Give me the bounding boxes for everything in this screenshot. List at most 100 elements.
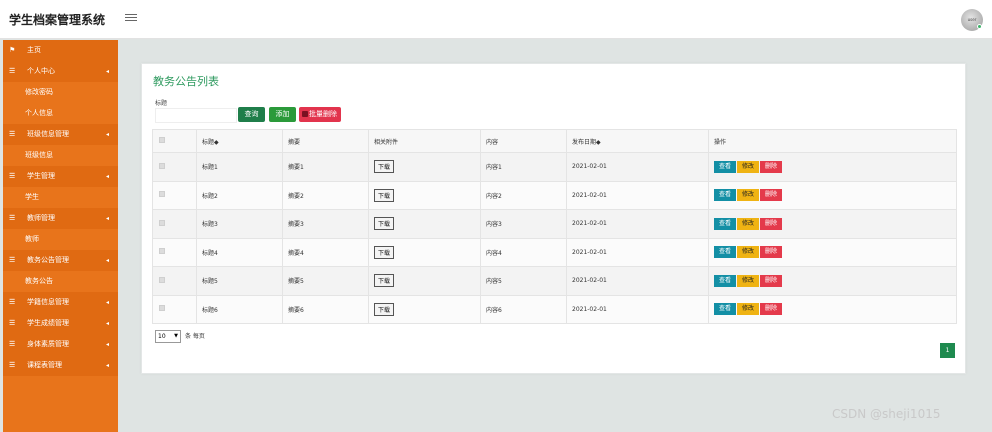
download-button[interactable]: 下载 bbox=[374, 160, 395, 174]
download-button[interactable]: 下载 bbox=[374, 302, 395, 316]
edit-button[interactable]: 修改 bbox=[737, 246, 759, 259]
cell-date: 2021-02-01 bbox=[566, 209, 709, 239]
view-button[interactable]: 查看 bbox=[714, 246, 736, 259]
cell-actions: 查看 修改 删除 bbox=[708, 209, 957, 239]
flag-icon: ⚑ bbox=[9, 46, 16, 54]
edit-button[interactable]: 修改 bbox=[737, 274, 759, 287]
table-row: 标题1 摘要1 下载 内容1 2021-02-01 查看 修改 删除 bbox=[152, 152, 957, 182]
sidebar-item-teacher[interactable]: 教师 bbox=[3, 229, 118, 250]
sidebar-group-enrollment[interactable]: ☰ 学籍信息管理 ◂ bbox=[3, 292, 118, 313]
download-button[interactable]: 下载 bbox=[374, 188, 395, 202]
download-button[interactable]: 下载 bbox=[374, 274, 395, 288]
list-icon: ☰ bbox=[9, 340, 16, 348]
list-icon: ☰ bbox=[9, 256, 16, 264]
watermark: CSDN @sheji1015 bbox=[832, 407, 941, 421]
cell-actions: 查看 修改 删除 bbox=[708, 294, 957, 324]
title-filter-input[interactable] bbox=[155, 108, 237, 123]
sidebar-group-student[interactable]: ☰ 学生管理 ◂ bbox=[3, 166, 118, 187]
sidebar-item-profile[interactable]: 个人信息 bbox=[3, 103, 118, 124]
download-button[interactable]: 下载 bbox=[374, 217, 395, 231]
select-all-checkbox[interactable] bbox=[159, 137, 165, 143]
column-header-date[interactable]: 发布日期◆ bbox=[566, 129, 709, 153]
sidebar-group-teacher[interactable]: ☰ 教师管理 ◂ bbox=[3, 208, 118, 229]
delete-button[interactable]: 删除 bbox=[760, 246, 782, 259]
cell-content: 内容6 bbox=[480, 294, 567, 324]
table-row: 标题2 摘要2 下载 内容2 2021-02-01 查看 修改 删除 bbox=[152, 180, 957, 210]
row-select-cell[interactable] bbox=[152, 266, 197, 296]
row-select-cell[interactable] bbox=[152, 209, 197, 239]
main-content: 教务公告列表 标题 查询 添加 批量删除 标题◆ 摘要 相关附件 内容 发布日期… bbox=[118, 40, 992, 432]
column-header-summary: 摘要 bbox=[282, 129, 369, 153]
cell-title: 标题6 bbox=[196, 294, 283, 324]
cell-title: 标题1 bbox=[196, 152, 283, 182]
add-button[interactable]: 添加 bbox=[269, 107, 296, 122]
sidebar-group-schedule[interactable]: ☰ 课程表管理 ◂ bbox=[3, 355, 118, 376]
delete-button[interactable]: 删除 bbox=[760, 303, 782, 316]
edit-button[interactable]: 修改 bbox=[737, 160, 759, 173]
cell-actions: 查看 修改 删除 bbox=[708, 237, 957, 267]
sidebar: ⚑ 主页 ☰ 个人中心 ◂ 修改密码 个人信息 ☰ 班级信息管理 ◂ 班级信息 ☰ 学生管理… bbox=[3, 40, 118, 432]
app-title: 学生档案管理系统 bbox=[9, 13, 106, 27]
cell-title: 标题4 bbox=[196, 237, 283, 267]
sidebar-item-home[interactable]: ⚑ 主页 bbox=[3, 40, 118, 61]
chevron-icon: ◂ bbox=[105, 173, 109, 180]
sidebar-item-notice[interactable]: 教务公告 bbox=[3, 271, 118, 292]
menu-toggle-icon[interactable] bbox=[125, 12, 137, 24]
cell-summary: 摘要5 bbox=[282, 266, 369, 296]
sidebar-group-fitness[interactable]: ☰ 身体素质管理 ◂ bbox=[3, 334, 118, 355]
sidebar-item-student[interactable]: 学生 bbox=[3, 187, 118, 208]
row-checkbox[interactable] bbox=[159, 219, 165, 226]
sidebar-item-change-password[interactable]: 修改密码 bbox=[3, 82, 118, 103]
search-button[interactable]: 查询 bbox=[238, 107, 265, 122]
delete-button[interactable]: 删除 bbox=[760, 160, 782, 173]
view-button[interactable]: 查看 bbox=[714, 189, 736, 202]
page-size-select[interactable]: 10 ▼ bbox=[155, 330, 181, 343]
row-checkbox[interactable] bbox=[159, 276, 165, 283]
cell-attachment: 下载 bbox=[368, 266, 481, 296]
row-select-cell[interactable] bbox=[152, 237, 197, 267]
online-status-icon bbox=[977, 24, 982, 29]
row-select-cell[interactable] bbox=[152, 294, 197, 324]
row-checkbox[interactable] bbox=[159, 162, 165, 169]
title-filter-label: 标题 bbox=[155, 100, 168, 107]
delete-button[interactable]: 删除 bbox=[760, 189, 782, 202]
edit-button[interactable]: 修改 bbox=[737, 303, 759, 316]
sidebar-group-notice[interactable]: ☰ 教务公告管理 ◂ bbox=[3, 250, 118, 271]
batch-delete-button[interactable]: 批量删除 bbox=[299, 107, 341, 122]
cell-title: 标题2 bbox=[196, 180, 283, 210]
cell-title: 标题5 bbox=[196, 266, 283, 296]
row-checkbox[interactable] bbox=[159, 191, 165, 198]
chevron-icon: ◂ bbox=[105, 257, 109, 264]
cell-attachment: 下载 bbox=[368, 237, 481, 267]
chevron-icon: ◂ bbox=[105, 299, 109, 306]
cell-content: 内容2 bbox=[480, 180, 567, 210]
sidebar-group-grades[interactable]: ☰ 学生成绩管理 ◂ bbox=[3, 313, 118, 334]
cell-attachment: 下载 bbox=[368, 209, 481, 239]
list-icon: ☰ bbox=[9, 214, 16, 222]
row-checkbox[interactable] bbox=[159, 248, 165, 255]
select-all-header[interactable] bbox=[152, 129, 197, 153]
sidebar-group-personal[interactable]: ☰ 个人中心 ◂ bbox=[3, 61, 118, 82]
sidebar-item-class[interactable]: 班级信息 bbox=[3, 145, 118, 166]
edit-button[interactable]: 修改 bbox=[737, 189, 759, 202]
sidebar-group-class[interactable]: ☰ 班级信息管理 ◂ bbox=[3, 124, 118, 145]
delete-button[interactable]: 删除 bbox=[760, 217, 782, 230]
view-button[interactable]: 查看 bbox=[714, 274, 736, 287]
view-button[interactable]: 查看 bbox=[714, 217, 736, 230]
cell-content: 内容3 bbox=[480, 209, 567, 239]
cell-date: 2021-02-01 bbox=[566, 180, 709, 210]
delete-button[interactable]: 删除 bbox=[760, 274, 782, 287]
view-button[interactable]: 查看 bbox=[714, 303, 736, 316]
avatar[interactable]: user bbox=[961, 9, 983, 31]
edit-button[interactable]: 修改 bbox=[737, 217, 759, 230]
table-header-row: 标题◆ 摘要 相关附件 内容 发布日期◆ 操作 bbox=[152, 129, 957, 153]
row-select-cell[interactable] bbox=[152, 180, 197, 210]
page-1-button[interactable]: 1 bbox=[940, 343, 955, 358]
view-button[interactable]: 查看 bbox=[714, 160, 736, 173]
download-button[interactable]: 下载 bbox=[374, 245, 395, 259]
row-select-cell[interactable] bbox=[152, 152, 197, 182]
column-header-title[interactable]: 标题◆ bbox=[196, 129, 283, 153]
list-icon: ☰ bbox=[9, 361, 16, 369]
row-checkbox[interactable] bbox=[159, 305, 165, 312]
cell-attachment: 下载 bbox=[368, 152, 481, 182]
